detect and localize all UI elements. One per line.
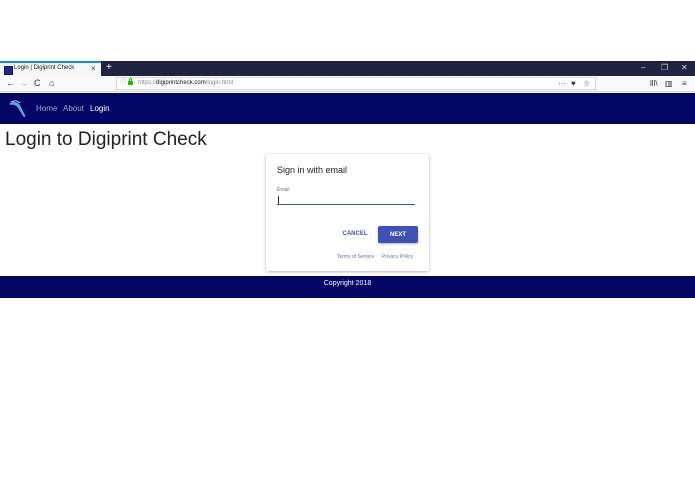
site-header: Home About Login <box>0 93 695 124</box>
terms-of-service-link[interactable]: Terms of Service <box>337 254 374 260</box>
browser-toolbar: ← → C ⌂ ⓘ https://digiprintcheck.com/log… <box>0 76 695 92</box>
page-actions-more-icon[interactable]: ··· <box>558 76 566 92</box>
nav-login-link[interactable]: Login <box>90 104 110 113</box>
url-scheme: https:// <box>138 80 157 86</box>
site-favicon-icon <box>4 66 13 75</box>
library-icon[interactable]: lll\ <box>650 76 658 92</box>
signin-heading: Sign in with email <box>277 165 348 175</box>
fingerprint-logo-icon[interactable] <box>8 99 28 119</box>
restore-icon[interactable]: ❐ <box>661 61 668 75</box>
cancel-button[interactable]: CANCEL <box>337 227 373 241</box>
browser-tab-strip: Login | Digiprint Check × + – ❐ ✕ <box>0 61 695 76</box>
home-icon[interactable]: ⌂ <box>49 77 54 90</box>
lock-icon <box>128 78 133 85</box>
nav-home-link[interactable]: Home <box>36 104 57 113</box>
email-field[interactable] <box>277 194 415 205</box>
text-cursor <box>278 196 279 204</box>
tab-close-icon[interactable]: × <box>91 64 96 74</box>
page-title: Login to Digiprint Check <box>5 129 207 150</box>
url-text: https://digiprintcheck.com/login.html <box>138 78 233 89</box>
url-host: digiprintcheck.com <box>156 80 206 86</box>
back-icon[interactable]: ← <box>6 77 15 90</box>
privacy-policy-link[interactable]: Privacy Policy <box>382 254 413 260</box>
sidebar-icon[interactable]: ▥ <box>665 76 673 92</box>
minimize-icon[interactable]: – <box>641 61 645 75</box>
forward-icon[interactable]: → <box>19 77 28 90</box>
reload-icon[interactable]: C <box>34 77 41 90</box>
copyright-text: Copyright 2018 <box>323 280 372 287</box>
signin-card: Sign in with email Email CANCEL NEXT Ter… <box>266 154 429 271</box>
bookmark-star-icon[interactable]: ☆ <box>583 76 590 92</box>
nav-about-link[interactable]: About <box>63 104 84 113</box>
email-label: Email <box>277 187 290 193</box>
url-path: /login.html <box>205 80 234 86</box>
browser-tab-active[interactable]: Login | Digiprint Check × <box>0 61 101 76</box>
window-close-icon[interactable]: ✕ <box>681 61 688 75</box>
new-tab-button[interactable]: + <box>106 61 112 75</box>
site-info-icon[interactable]: ⓘ <box>120 78 126 89</box>
site-footer: Copyright 2018 <box>0 276 695 298</box>
pocket-icon[interactable]: ♥ <box>571 76 576 92</box>
menu-icon[interactable]: ≡ <box>682 76 687 92</box>
url-bar[interactable]: ⓘ https://digiprintcheck.com/login.html <box>116 77 596 90</box>
tab-title: Login | Digiprint Check <box>14 65 75 71</box>
next-button[interactable]: NEXT <box>378 226 418 243</box>
